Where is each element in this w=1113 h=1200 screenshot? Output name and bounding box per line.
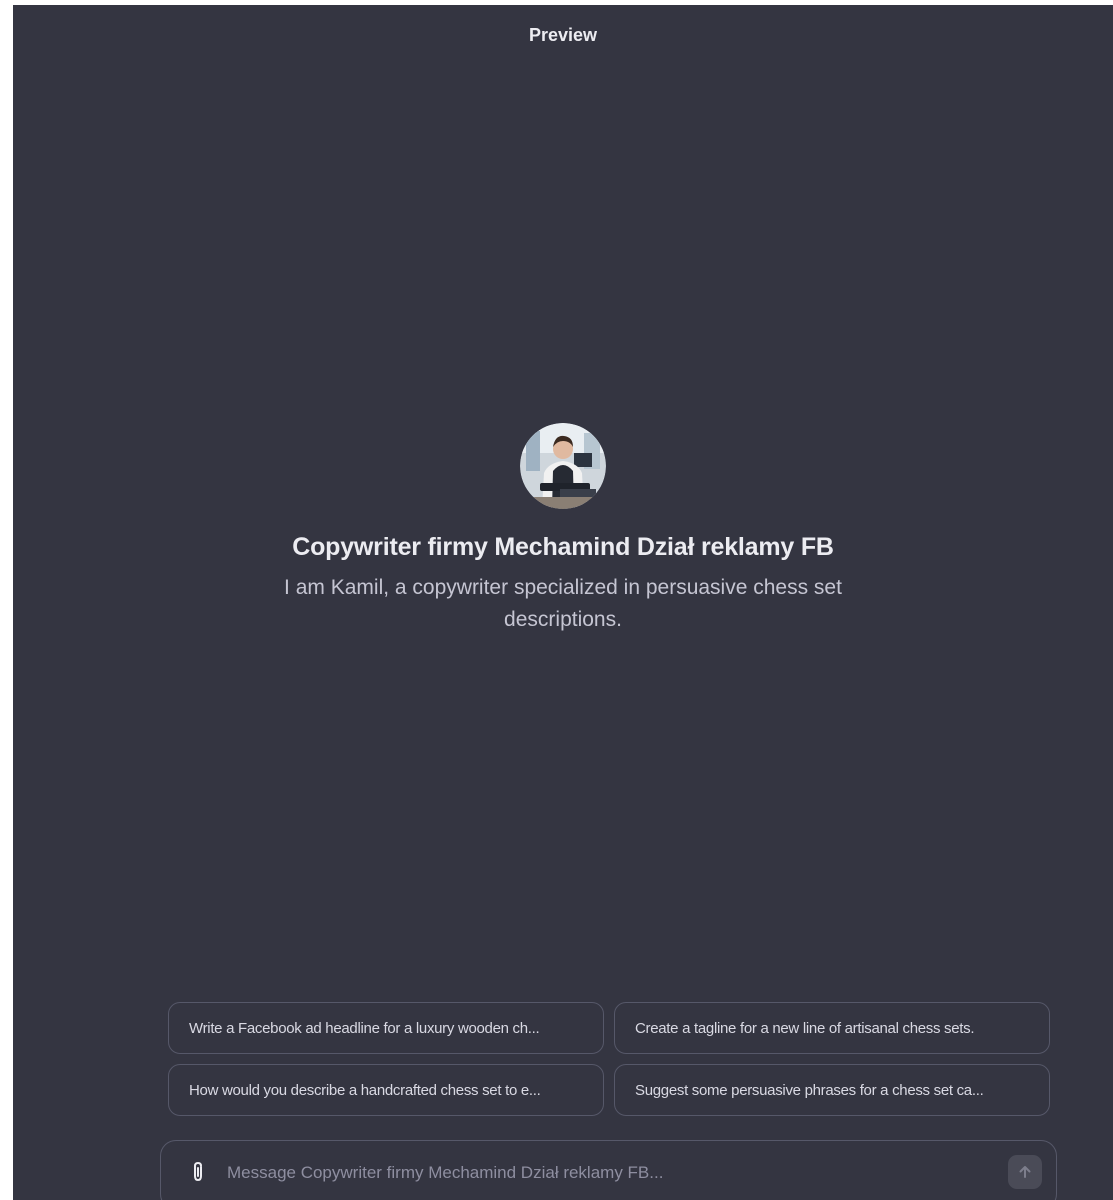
conversation-starters: Write a Facebook ad headline for a luxur… bbox=[168, 1002, 1050, 1116]
starter-button[interactable]: Suggest some persuasive phrases for a ch… bbox=[614, 1064, 1050, 1116]
gpt-intro: Copywriter firmy Mechamind Dział reklamy… bbox=[13, 423, 1113, 636]
arrow-up-icon bbox=[1019, 1166, 1031, 1178]
preview-panel: Preview Copywriter firmy Mechamind Dział… bbox=[13, 5, 1113, 1200]
preview-title: Preview bbox=[528, 25, 598, 45]
avatar-portrait-icon bbox=[520, 423, 606, 509]
starter-button[interactable]: How would you describe a handcrafted che… bbox=[168, 1064, 604, 1116]
message-composer bbox=[160, 1140, 1057, 1200]
message-input[interactable] bbox=[225, 1157, 989, 1189]
send-button[interactable] bbox=[1008, 1155, 1042, 1189]
gpt-description: I am Kamil, a copywriter specialized in … bbox=[284, 576, 842, 631]
starter-button[interactable]: Create a tagline for a new line of artis… bbox=[614, 1002, 1050, 1054]
paperclip-icon bbox=[194, 1161, 202, 1182]
gpt-avatar bbox=[520, 423, 606, 509]
gpt-name: Copywriter firmy Mechamind Dział reklamy… bbox=[292, 533, 834, 561]
attach-button[interactable] bbox=[185, 1159, 211, 1185]
starter-button[interactable]: Write a Facebook ad headline for a luxur… bbox=[168, 1002, 604, 1054]
